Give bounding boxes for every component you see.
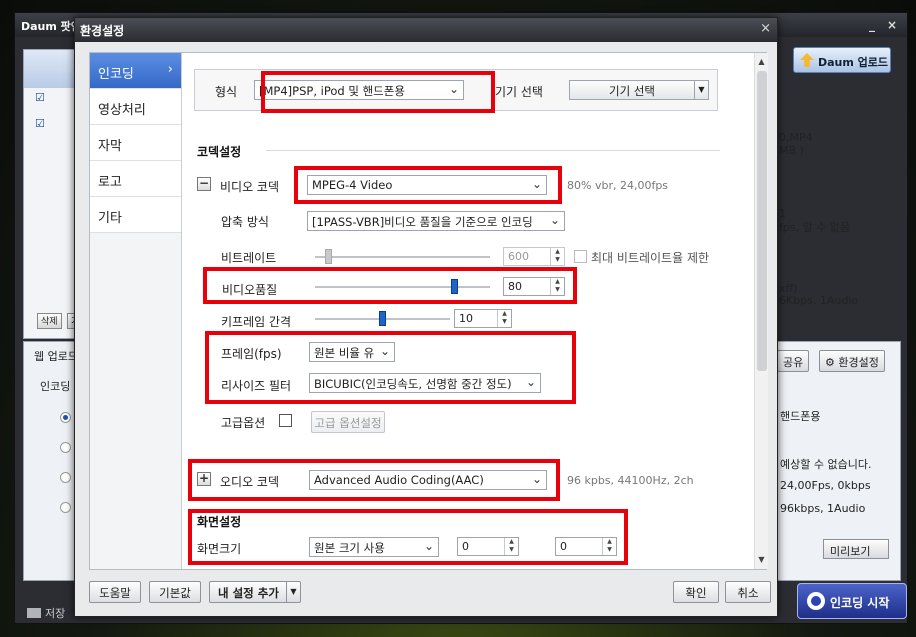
close-app-button[interactable]: ×: [887, 18, 897, 32]
radio-option[interactable]: [60, 442, 71, 453]
keyframe-interval-stepper[interactable]: 10 ▲ ▼: [454, 309, 512, 328]
preset-info-text: 24,00Fps, 0kbps: [780, 479, 871, 492]
stepper-arrows-icon[interactable]: ▲ ▼: [497, 310, 511, 327]
preset-info-text: 예상할 수 없습니다.: [780, 458, 872, 471]
save-folder-label[interactable]: 저장: [27, 605, 65, 621]
radio-option[interactable]: [60, 412, 71, 423]
bitrate-label: 비트레이트: [221, 251, 277, 265]
file-info-text: 6Kbps, 1Audio: [779, 294, 859, 307]
dialog-body: 인코딩 › 영상처리 자막 로고 기타 형식 [MP4]PSP, iPod 및 …: [89, 52, 768, 570]
nav-item-subtitle[interactable]: 자막: [90, 125, 181, 161]
bitrate-limit-label: 최대 비트레이트율 제한: [591, 251, 710, 265]
settings-button[interactable]: ⚙ 환경설정: [819, 350, 885, 372]
file-info-text: 0,MP4: [779, 131, 813, 144]
radio-option[interactable]: [60, 472, 71, 483]
format-label: 형식: [215, 85, 238, 99]
bitrate-stepper[interactable]: 600 ▲ ▼: [503, 247, 565, 266]
settings-scrollbar[interactable]: ▲ ▼: [754, 53, 768, 569]
collapse-icon[interactable]: −: [197, 177, 211, 191]
checkbox-item[interactable]: ☑: [35, 117, 47, 130]
dropdown-arrow-icon: ▼: [694, 81, 708, 99]
web-upload-tab[interactable]: 웹 업로드: [34, 348, 78, 364]
section-divider: [266, 150, 720, 151]
add-my-settings-button[interactable]: 내 설정 추가 ▼: [209, 581, 301, 603]
dialog-titlebar: 환경설정 ×: [75, 18, 777, 42]
device-select-button[interactable]: 기기 선택 ▼: [569, 80, 709, 100]
compression-label: 압축 방식: [221, 215, 269, 229]
ok-button[interactable]: 확인: [673, 581, 719, 603]
delete-button[interactable]: 삭제: [37, 313, 62, 329]
minimize-button[interactable]: _: [869, 18, 875, 32]
highlight-video-codec: [294, 166, 562, 204]
start-encoding-button[interactable]: 인코딩 시작: [797, 583, 907, 619]
encode-icon: [807, 592, 825, 610]
background-app-title: Daum 팟인: [21, 20, 81, 33]
highlight-video-quality: [203, 267, 577, 304]
dropdown-arrow-icon[interactable]: ▼: [286, 582, 300, 602]
chevron-right-icon: ›: [167, 62, 173, 77]
nav-item-logo[interactable]: 로고: [90, 161, 181, 197]
scrollbar-thumb[interactable]: [757, 71, 767, 371]
advanced-options-checkbox[interactable]: [279, 414, 292, 427]
file-info-text: fps, 알 수 없음: [779, 221, 851, 234]
help-button[interactable]: 도움말: [89, 581, 141, 603]
settings-dialog: 환경설정 × 인코딩 › 영상처리 자막 로고 기타 형식 [MP4]PSP, …: [74, 17, 778, 617]
cancel-button[interactable]: 취소: [725, 581, 771, 603]
codec-section-title: 코덱설정: [197, 145, 242, 159]
file-info-text: MB ): [779, 144, 804, 157]
share-button[interactable]: 공유: [777, 350, 810, 372]
audio-codec-summary: 96 kpbs, 44100Hz, 2ch: [567, 474, 694, 487]
dialog-title: 환경설정: [80, 24, 125, 38]
preview-button[interactable]: 미리보기: [823, 539, 889, 559]
highlight-format: [261, 71, 495, 113]
upload-arrow-icon: [800, 53, 814, 67]
video-codec-summary: 80% vbr, 24,00fps: [567, 179, 669, 192]
daum-upload-button[interactable]: Daum 업로드: [793, 47, 891, 73]
scroll-up-icon[interactable]: ▲: [755, 55, 768, 69]
highlight-screen-settings: [188, 509, 628, 565]
preset-info-text: 96kbps, 1Audio: [780, 502, 866, 515]
checkbox-header[interactable]: ☑: [35, 91, 47, 104]
encoding-settings-panel: 형식 [MP4]PSP, iPod 및 핸드폰용 ⌄ 기기 선택 기기 선택 ▼…: [182, 53, 754, 569]
radio-option[interactable]: [60, 502, 71, 513]
video-codec-label: 비디오 코덱: [220, 180, 280, 194]
preset-info-text: 핸드폰용: [780, 410, 821, 423]
scroll-down-icon[interactable]: ▼: [755, 553, 768, 567]
compression-select[interactable]: [1PASS-VBR]비디오 품질을 기준으로 인코딩 ⌄: [307, 211, 565, 231]
keyframe-interval-slider[interactable]: [315, 311, 450, 326]
nav-item-encoding[interactable]: 인코딩 ›: [90, 53, 181, 89]
bitrate-limit-checkbox[interactable]: [574, 250, 587, 263]
gear-icon: ⚙: [825, 356, 835, 369]
keyframe-interval-label: 키프레임 간격: [221, 315, 292, 329]
folder-icon: [27, 608, 41, 618]
keyframe-interval-slider-thumb[interactable]: [379, 311, 386, 326]
dialog-close-icon[interactable]: ×: [760, 21, 771, 36]
nav-item-video-processing[interactable]: 영상처리: [90, 89, 181, 125]
highlight-fps-resize: [205, 331, 576, 404]
advanced-options-label: 고급옵션: [221, 416, 266, 430]
highlight-audio-codec: [188, 459, 560, 501]
device-select-label: 기기 선택: [495, 85, 543, 99]
bitrate-slider-thumb[interactable]: [325, 249, 332, 264]
bitrate-slider[interactable]: [315, 249, 490, 264]
nav-item-etc[interactable]: 기타: [90, 197, 181, 233]
encoding-subtab[interactable]: 인코딩: [40, 378, 70, 394]
chevron-down-icon: ⌄: [549, 213, 560, 227]
advanced-options-button[interactable]: 고급 옵션설정: [311, 411, 385, 433]
settings-nav: 인코딩 › 영상처리 자막 로고 기타: [90, 53, 182, 569]
stepper-arrows-icon[interactable]: ▲ ▼: [550, 248, 564, 265]
default-button[interactable]: 기본값: [149, 581, 201, 603]
